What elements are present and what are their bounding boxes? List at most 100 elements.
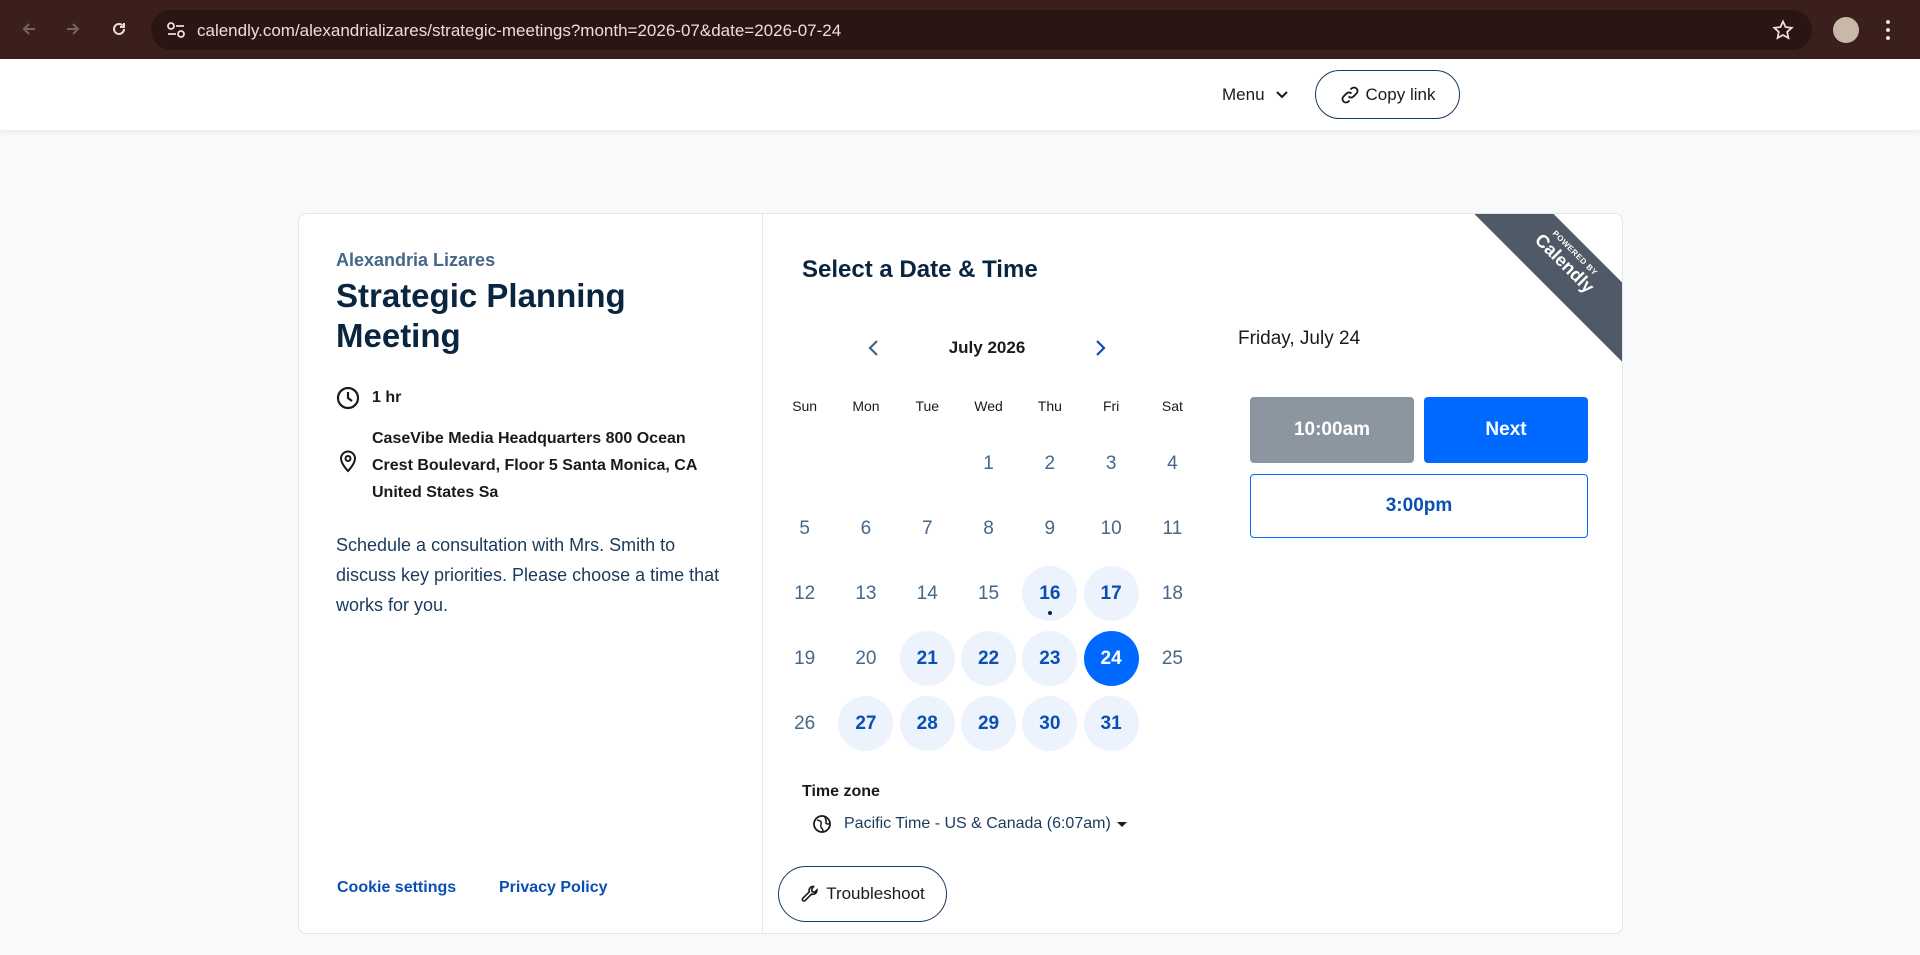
- calendar-day-number: 4: [1167, 452, 1178, 474]
- address-bar[interactable]: calendly.com/alexandrializares/strategic…: [151, 10, 1812, 50]
- weekday-label: Wed: [974, 398, 1003, 414]
- event-description: Schedule a consultation with Mrs. Smith …: [336, 535, 720, 615]
- calendar-day[interactable]: 23: [1019, 626, 1080, 691]
- calendar-day[interactable]: 17: [1080, 561, 1141, 626]
- calendar-day-number: 31: [1083, 696, 1139, 751]
- troubleshoot-label: Troubleshoot: [826, 884, 925, 903]
- calendar-day-number: 23: [1022, 631, 1078, 686]
- calendar-day-number: 15: [977, 582, 1000, 604]
- calendar-day: 13: [835, 561, 896, 626]
- page-header: Menu Copy link: [0, 59, 1920, 130]
- menu-label: Menu: [1222, 85, 1265, 104]
- globe-icon: [813, 815, 831, 833]
- next-month-icon[interactable]: [1088, 336, 1112, 360]
- weekday-label: Thu: [1037, 398, 1062, 414]
- calendar-day-selected[interactable]: 24: [1080, 626, 1141, 691]
- ribbon-powered-by: POWERED BY: [1550, 228, 1600, 278]
- booking-card: Alexandria Lizares Strategic Planning Me…: [298, 213, 1623, 934]
- calendar-day[interactable]: 16: [1019, 561, 1080, 626]
- ribbon-brand: Calendly: [1531, 229, 1599, 297]
- calendar-day: 12: [774, 561, 835, 626]
- forward-icon[interactable]: [58, 14, 88, 44]
- calendar-day: 4: [1142, 431, 1203, 496]
- calendar-day[interactable]: 21: [897, 626, 958, 691]
- calendar-day-number: 12: [794, 582, 816, 604]
- host-name: Alexandria Lizares: [336, 250, 496, 270]
- troubleshoot-button[interactable]: Troubleshoot: [778, 866, 947, 922]
- location-row: CaseVibe Media Headquarters 800 Ocean Cr…: [336, 425, 722, 506]
- calendar-day-number: 7: [921, 517, 933, 539]
- calendar-day-number: 10: [1100, 517, 1122, 539]
- calendar-grid: 1 2 3 4 5 6 7 8 9 10 11 12 13 14 15 16 17 18 19 20 21 22 23 24 2…: [774, 431, 1203, 756]
- calendar-day-number: 21: [899, 631, 955, 686]
- cookie-settings-link[interactable]: Cookie settings: [337, 879, 456, 897]
- timezone-select[interactable]: Pacific Time - US & Canada (6:07am): [812, 814, 1127, 834]
- calendar-day: 6: [835, 496, 896, 561]
- weekday-label: Fri: [1102, 398, 1120, 414]
- bookmark-star-icon[interactable]: [1772, 19, 1794, 41]
- location-pin-icon: [339, 450, 357, 473]
- calendar-day-number: 11: [1162, 517, 1183, 539]
- weekday-label: Mon: [852, 398, 880, 414]
- browser-toolbar: calendly.com/alexandrializares/strategic…: [0, 0, 1920, 59]
- calendar-day-number: 5: [799, 517, 810, 539]
- next-button[interactable]: Next: [1424, 397, 1588, 463]
- site-settings-icon[interactable]: [165, 20, 187, 40]
- calendar-day-number: 30: [1022, 696, 1078, 751]
- calendar-day-number: 1: [983, 452, 994, 474]
- duration-text: 1 hr: [372, 389, 402, 406]
- scheduler-panel: Select a Date & Time POWERED BY Calendly…: [764, 214, 1622, 933]
- copy-link-button[interactable]: Copy link: [1315, 70, 1460, 119]
- back-icon[interactable]: [14, 14, 44, 44]
- calendar-day-number: 2: [1044, 452, 1056, 474]
- timezone-label: Time zone: [802, 783, 880, 800]
- timezone-value: Pacific Time - US & Canada (6:07am): [844, 815, 1111, 832]
- calendar-empty-cell: [835, 431, 896, 496]
- caret-down-icon: [1116, 821, 1127, 827]
- calendar-day-number: 28: [899, 696, 955, 751]
- calendar-day[interactable]: 30: [1019, 691, 1080, 756]
- calendar-day-number: 8: [983, 517, 994, 539]
- calendar-day: 18: [1142, 561, 1203, 626]
- calendar-day-number: 25: [1161, 647, 1183, 669]
- calendar-day: 5: [774, 496, 835, 561]
- calendar-day-number: 13: [855, 582, 877, 604]
- calendar-day: 8: [958, 496, 1019, 561]
- browser-menu-icon[interactable]: [1882, 17, 1894, 43]
- calendar-day-number: 20: [855, 647, 877, 669]
- today-indicator-dot: [1047, 611, 1052, 615]
- other-time-slots: 3:00pm: [1250, 474, 1588, 538]
- calendar-day: 7: [897, 496, 958, 561]
- powered-by-ribbon[interactable]: POWERED BY Calendly: [1459, 214, 1622, 369]
- calendar-day[interactable]: 27: [835, 691, 896, 756]
- calendar-day: 3: [1080, 431, 1141, 496]
- calendar-day-number: 14: [916, 582, 938, 604]
- calendar-day[interactable]: 22: [958, 626, 1019, 691]
- previous-month-icon[interactable]: [862, 336, 886, 360]
- weekday-header: Sun Mon Tue Wed Thu Fri Sat: [774, 398, 1203, 414]
- time-slot-button[interactable]: 3:00pm: [1250, 474, 1588, 538]
- calendar-day[interactable]: 28: [897, 691, 958, 756]
- profile-avatar[interactable]: [1833, 17, 1859, 43]
- scheduler-title: Select a Date & Time: [802, 256, 1038, 283]
- calendar-day[interactable]: 29: [958, 691, 1019, 756]
- selected-time-slot[interactable]: 10:00am: [1250, 397, 1414, 463]
- calendar-day: 9: [1019, 496, 1080, 561]
- privacy-policy-link[interactable]: Privacy Policy: [499, 879, 608, 897]
- calendar-day: 14: [897, 561, 958, 626]
- calendar-day-number: 22: [961, 631, 1017, 686]
- calendar-day-number: 27: [838, 696, 894, 751]
- reload-icon[interactable]: [104, 14, 134, 44]
- calendar-day: 19: [774, 626, 835, 691]
- calendar-day-number: 24: [1083, 631, 1139, 686]
- calendar-day[interactable]: 31: [1080, 691, 1141, 756]
- event-details-panel: Alexandria Lizares Strategic Planning Me…: [299, 214, 763, 933]
- location-text: CaseVibe Media Headquarters 800 Ocean Cr…: [372, 430, 697, 501]
- calendar-day-number: 3: [1105, 452, 1117, 474]
- calendar-day: 10: [1080, 496, 1141, 561]
- calendar-empty-cell: [774, 431, 835, 496]
- calendar-day-number: 9: [1044, 517, 1056, 539]
- menu-button[interactable]: Menu: [1222, 83, 1289, 107]
- copy-link-label: Copy link: [1365, 84, 1436, 104]
- weekday-label: Tue: [915, 398, 940, 414]
